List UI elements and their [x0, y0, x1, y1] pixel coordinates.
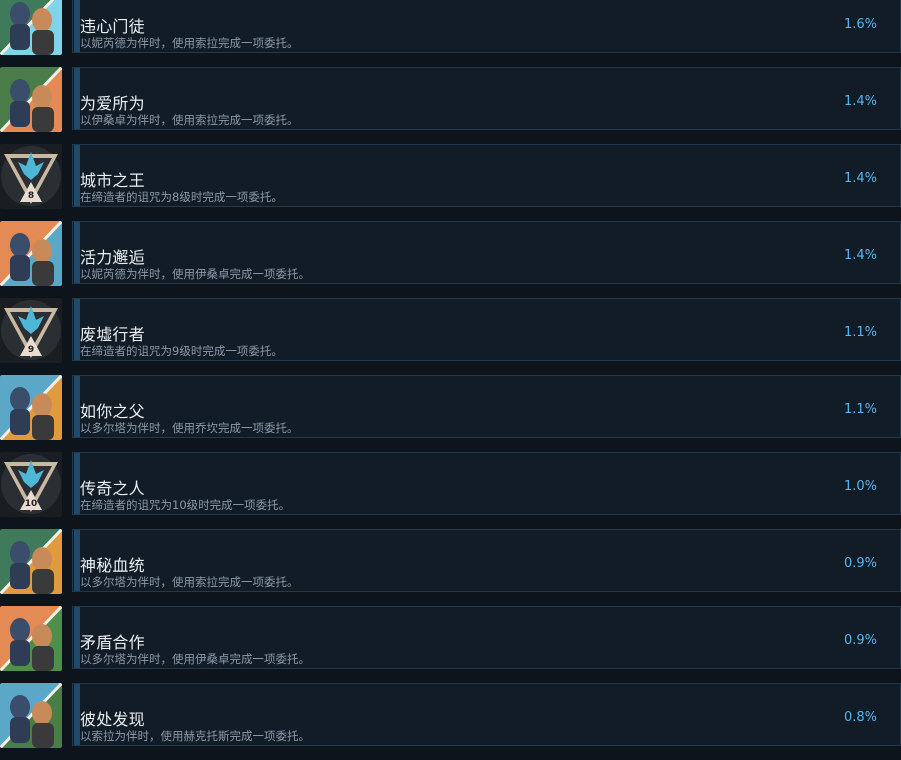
curse-level-badge-icon: 9: [0, 298, 62, 363]
achievement-panel: 违心门徒 以妮芮德为伴时，使用索拉完成一项委托。 1.6%: [72, 0, 901, 53]
achievement-row[interactable]: 矛盾合作 以多尔塔为伴时，使用伊桑卓完成一项委托。 0.9%: [0, 606, 901, 671]
achievement-description: 在缔造者的诅咒为8级时完成一项委托。: [80, 190, 283, 204]
achievement-panel: 神秘血统 以多尔塔为伴时，使用索拉完成一项委托。 0.9%: [72, 529, 901, 592]
companion-portrait-icon: [0, 606, 62, 671]
companion-portrait-icon: [0, 221, 62, 286]
achievement-panel: 彼处发现 以索拉为伴时，使用赫克托斯完成一项委托。 0.8%: [72, 683, 901, 746]
unlock-percentage: 1.0%: [843, 479, 877, 494]
unlock-percentage: 1.1%: [843, 325, 877, 340]
curse-level-badge-icon: 10: [0, 452, 62, 517]
achievement-title: 彼处发现: [80, 710, 145, 729]
unlock-percentage: 1.4%: [843, 171, 877, 186]
achievement-row[interactable]: 为爱所为 以伊桑卓为伴时，使用索拉完成一项委托。 1.4%: [0, 67, 901, 132]
achievement-row[interactable]: 彼处发现 以索拉为伴时，使用赫克托斯完成一项委托。 0.8%: [0, 683, 901, 748]
achievement-title: 矛盾合作: [80, 633, 145, 652]
achievement-title: 传奇之人: [80, 479, 145, 498]
unlock-percentage: 1.6%: [843, 17, 877, 32]
achievement-panel: 传奇之人 在缔造者的诅咒为10级时完成一项委托。 1.0%: [72, 452, 901, 515]
achievement-title: 违心门徒: [80, 17, 145, 36]
achievement-title: 活力邂逅: [80, 248, 145, 267]
achievement-list: 违心门徒 以妮芮德为伴时，使用索拉完成一项委托。 1.6% 为爱所为 以伊桑卓为伴时，使…: [0, 0, 901, 760]
achievement-description: 在缔造者的诅咒为10级时完成一项委托。: [80, 498, 291, 512]
companion-portrait-icon: [0, 683, 62, 748]
achievement-description: 以妮芮德为伴时，使用索拉完成一项委托。: [80, 36, 299, 50]
achievement-row[interactable]: 9 废墟行者 在缔造者的诅咒为9级时完成一项委托。 1.1%: [0, 298, 901, 363]
curse-level-text: 9: [28, 345, 34, 355]
unlock-percentage: 0.9%: [843, 556, 877, 571]
unlock-percentage: 1.4%: [843, 94, 877, 109]
achievement-title: 为爱所为: [80, 94, 145, 113]
achievement-row[interactable]: 活力邂逅 以妮芮德为伴时，使用伊桑卓完成一项委托。 1.4%: [0, 221, 901, 286]
achievement-description: 以多尔塔为伴时，使用索拉完成一项委托。: [80, 575, 299, 589]
unlock-percentage: 0.9%: [843, 633, 877, 648]
unlock-percentage: 0.8%: [843, 710, 877, 725]
achievement-description: 以妮芮德为伴时，使用伊桑卓完成一项委托。: [80, 267, 310, 281]
unlock-percentage: 1.4%: [843, 248, 877, 263]
achievement-title: 废墟行者: [80, 325, 145, 344]
achievement-panel: 为爱所为 以伊桑卓为伴时，使用索拉完成一项委托。 1.4%: [72, 67, 901, 130]
achievement-title: 神秘血统: [80, 556, 145, 575]
achievement-panel: 如你之父 以多尔塔为伴时，使用乔坎完成一项委托。 1.1%: [72, 375, 901, 438]
achievement-title: 如你之父: [80, 402, 145, 421]
achievement-panel: 矛盾合作 以多尔塔为伴时，使用伊桑卓完成一项委托。 0.9%: [72, 606, 901, 669]
achievement-title: 城市之王: [80, 171, 145, 190]
achievement-description: 以索拉为伴时，使用赫克托斯完成一项委托。: [80, 729, 310, 743]
achievement-row[interactable]: 8 城市之王 在缔造者的诅咒为8级时完成一项委托。 1.4%: [0, 144, 901, 209]
achievement-row[interactable]: 违心门徒 以妮芮德为伴时，使用索拉完成一项委托。 1.6%: [0, 0, 901, 55]
achievement-description: 以多尔塔为伴时，使用乔坎完成一项委托。: [80, 421, 299, 435]
achievement-description: 以伊桑卓为伴时，使用索拉完成一项委托。: [80, 113, 299, 127]
curse-level-badge-icon: 8: [0, 144, 62, 209]
achievement-description: 在缔造者的诅咒为9级时完成一项委托。: [80, 344, 283, 358]
achievement-description: 以多尔塔为伴时，使用伊桑卓完成一项委托。: [80, 652, 310, 666]
achievement-row[interactable]: 如你之父 以多尔塔为伴时，使用乔坎完成一项委托。 1.1%: [0, 375, 901, 440]
companion-portrait-icon: [0, 375, 62, 440]
companion-portrait-icon: [0, 67, 62, 132]
achievement-panel: 废墟行者 在缔造者的诅咒为9级时完成一项委托。 1.1%: [72, 298, 901, 361]
achievement-panel: 活力邂逅 以妮芮德为伴时，使用伊桑卓完成一项委托。 1.4%: [72, 221, 901, 284]
achievement-row[interactable]: 10 传奇之人 在缔造者的诅咒为10级时完成一项委托。 1.0%: [0, 452, 901, 517]
curse-level-text: 10: [25, 499, 38, 509]
achievement-row[interactable]: 神秘血统 以多尔塔为伴时，使用索拉完成一项委托。 0.9%: [0, 529, 901, 594]
companion-portrait-icon: [0, 529, 62, 594]
curse-level-text: 8: [28, 191, 34, 201]
achievement-panel: 城市之王 在缔造者的诅咒为8级时完成一项委托。 1.4%: [72, 144, 901, 207]
unlock-percentage: 1.1%: [843, 402, 877, 417]
companion-portrait-icon: [0, 0, 62, 55]
